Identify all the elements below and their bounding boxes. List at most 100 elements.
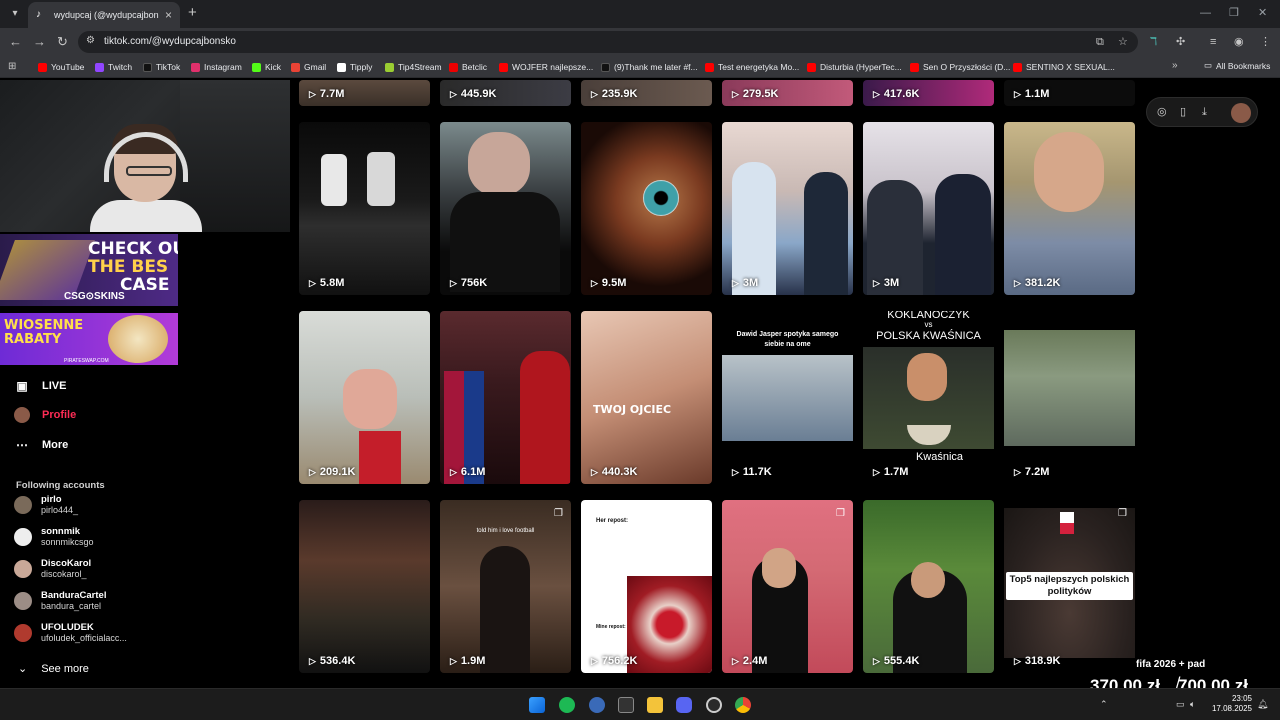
- system-clock[interactable]: 23:05 17.08.2025: [1206, 694, 1252, 714]
- compass-icon[interactable]: ◎: [1157, 106, 1167, 119]
- video-card[interactable]: ▷ 417.6K: [863, 80, 994, 106]
- all-bookmarks-button[interactable]: ▭ All Bookmarks: [1204, 60, 1270, 71]
- bookmark-gmail[interactable]: Gmail: [291, 60, 326, 74]
- new-tab-plus-icon[interactable]: +: [188, 5, 197, 21]
- bookmark-wojfer[interactable]: WOJFER najlepsze...: [499, 60, 593, 74]
- reload-icon[interactable]: ↻: [57, 34, 68, 50]
- bookmark-tipply[interactable]: Tipply: [337, 60, 372, 74]
- extensions-puzzle-icon[interactable]: ✣: [1176, 35, 1185, 49]
- video-card[interactable]: ▷ 235.9K: [581, 80, 712, 106]
- video-card[interactable]: TWOJ OJCIEC ▷ 440.3K: [581, 311, 712, 484]
- notification-bell-icon[interactable]: 🔔︎: [1257, 697, 1268, 711]
- video-card[interactable]: ▷ 445.9K: [440, 80, 571, 106]
- url-text[interactable]: tiktok.com/@wydupcajbonsko: [104, 36, 236, 47]
- following-account[interactable]: BanduraCartel bandura_cartel: [14, 585, 106, 617]
- media-controls-icon[interactable]: ≡: [1210, 35, 1216, 49]
- video-card[interactable]: ❐ ▷ 2.4M: [722, 500, 853, 673]
- bookmark-sen-o-przyszlosci[interactable]: Sen O Przyszłości (D...: [910, 60, 1010, 74]
- bookmark-instagram[interactable]: Instagram: [191, 60, 242, 74]
- view-count-value: 1.9M: [460, 655, 486, 667]
- avatar[interactable]: [1231, 103, 1251, 123]
- chrome-icon[interactable]: [735, 697, 751, 713]
- browser-app-icon[interactable]: [589, 697, 605, 713]
- windows-start-icon[interactable]: [529, 697, 545, 713]
- video-card[interactable]: Top5 najlepszych polskich polityków ❐ ▷ 3…: [1004, 500, 1135, 673]
- video-thumbnail-figure: [343, 369, 397, 429]
- video-card[interactable]: ▷ 7.2M: [1004, 311, 1135, 484]
- video-card[interactable]: Dawid Jasper spotyka samego siebie na om…: [722, 311, 853, 484]
- video-card[interactable]: ▷ 279.5K: [722, 80, 853, 106]
- discord-icon[interactable]: [676, 697, 692, 713]
- bookmark-disturbia[interactable]: Disturbia (HyperTec...: [807, 60, 902, 74]
- view-count-value: 555.4K: [883, 655, 920, 667]
- see-more-button[interactable]: ⌄ See more: [18, 662, 89, 676]
- epic-games-icon[interactable]: [618, 697, 634, 713]
- nav-more[interactable]: ⋯ More: [14, 435, 68, 455]
- following-account[interactable]: sonnmik sonnmikcsgo: [14, 521, 94, 553]
- download-icon[interactable]: ⤓: [1202, 106, 1207, 119]
- video-card[interactable]: ▷ 756K: [440, 122, 571, 295]
- volume-icon[interactable]: 🔈︎: [1190, 697, 1195, 711]
- video-card[interactable]: KOKLANOCZYK vs POLSKA KWAŚNICA Kwaśnica …: [863, 311, 994, 484]
- video-card[interactable]: ▷ 536.4K: [299, 500, 430, 673]
- ad-line: RABATY: [4, 332, 62, 347]
- bookmark-thank-me-later[interactable]: (9)Thank me later #f...: [601, 60, 698, 74]
- video-card[interactable]: ▷ 7.7M: [299, 80, 430, 106]
- video-card[interactable]: ▷ 555.4K: [863, 500, 994, 673]
- nav-profile[interactable]: Profile: [14, 405, 76, 425]
- video-card[interactable]: ▷ 9.5M: [581, 122, 712, 295]
- nav-live[interactable]: ▣ LIVE: [14, 376, 66, 396]
- tray-overflow-icon[interactable]: ⌃: [1100, 697, 1108, 711]
- bookmarks-overflow-chevron-icon[interactable]: »: [1172, 60, 1178, 71]
- bookmark-twitch[interactable]: Twitch: [95, 60, 132, 74]
- bookmark-sentino[interactable]: SENTINO X SEXUAL...: [1013, 60, 1115, 74]
- forward-arrow-icon[interactable]: →: [33, 34, 46, 50]
- site-info-icon[interactable]: ⚙: [86, 35, 95, 46]
- address-bar[interactable]: ⚙ tiktok.com/@wydupcajbonsko ⧉ ☆: [78, 31, 1138, 53]
- following-account[interactable]: UFOLUDEK ufoludek_officialacc...: [14, 617, 127, 649]
- pirateswap-ad[interactable]: WIOSENNE RABATY PIRATESWAP.COM: [0, 313, 178, 365]
- network-icon[interactable]: ▭: [1176, 697, 1185, 711]
- tab-search-icon[interactable]: ▾: [6, 5, 24, 23]
- account-icon[interactable]: ◉: [1234, 35, 1244, 49]
- webcam-person-body: [90, 200, 202, 232]
- video-card[interactable]: ▷ 6.1M: [440, 311, 571, 484]
- video-card[interactable]: ▷ 1.1M: [1004, 80, 1135, 106]
- bookmark-test-energetyka[interactable]: Test energetyka Mo...: [705, 60, 799, 74]
- maximize-icon[interactable]: ❐: [1229, 6, 1239, 20]
- bookmarks-bar: ⊞ YouTube Twitch TikTok Instagram Kick G…: [0, 56, 1280, 78]
- account-text: sonnmik sonnmikcsgo: [41, 526, 94, 548]
- view-count: ▷ 235.9K: [591, 88, 637, 100]
- bookmark-betclic[interactable]: Betclic: [449, 60, 487, 74]
- minimize-icon[interactable]: —: [1200, 6, 1211, 20]
- video-card[interactable]: Her repost: Mine repost: ▷ 756.2K: [581, 500, 712, 673]
- back-arrow-icon[interactable]: ←: [9, 34, 22, 50]
- video-card[interactable]: ▷ 5.8M: [299, 122, 430, 295]
- close-window-icon[interactable]: ✕: [1258, 6, 1267, 20]
- ad-headline: CHECK OU THE BES CASE: [88, 240, 178, 294]
- bookmark-youtube[interactable]: YouTube: [38, 60, 84, 74]
- video-card[interactable]: told him i love football ❐ ▷ 1.9M: [440, 500, 571, 673]
- mobile-device-icon[interactable]: ▯: [1180, 106, 1186, 119]
- install-app-icon[interactable]: ⧉: [1096, 35, 1104, 49]
- bookmark-tiktok[interactable]: TikTok: [143, 60, 180, 74]
- spotify-icon[interactable]: [559, 697, 575, 713]
- browser-tab-active[interactable]: ♪ wydupcaj (@wydupcajbonsko) ×: [28, 2, 180, 28]
- bookmark-kick[interactable]: Kick: [252, 60, 281, 74]
- tab-close-icon[interactable]: ×: [165, 9, 172, 21]
- extension-icon[interactable]: ℸ: [1150, 35, 1157, 49]
- steam-icon[interactable]: [706, 697, 722, 713]
- bookmark-tip4stream[interactable]: Tip4Stream: [385, 60, 442, 74]
- apps-grid-icon[interactable]: ⊞: [8, 61, 16, 72]
- video-card[interactable]: ▷ 209.1K: [299, 311, 430, 484]
- bookmark-star-icon[interactable]: ☆: [1118, 35, 1128, 49]
- bookmark-label: TikTok: [156, 62, 181, 72]
- following-account[interactable]: pirlo pirlo444_: [14, 489, 78, 521]
- video-card[interactable]: ▷ 3M: [863, 122, 994, 295]
- csgo-skins-ad[interactable]: CHECK OU THE BES CASE CSG⊙SKINS: [0, 234, 178, 306]
- video-card[interactable]: ▷ 3M: [722, 122, 853, 295]
- file-explorer-icon[interactable]: [647, 697, 663, 713]
- chrome-menu-icon[interactable]: ⋮: [1260, 35, 1271, 49]
- video-card[interactable]: ▷ 381.2K: [1004, 122, 1135, 295]
- following-account[interactable]: DiscoKarol discokarol_: [14, 553, 91, 585]
